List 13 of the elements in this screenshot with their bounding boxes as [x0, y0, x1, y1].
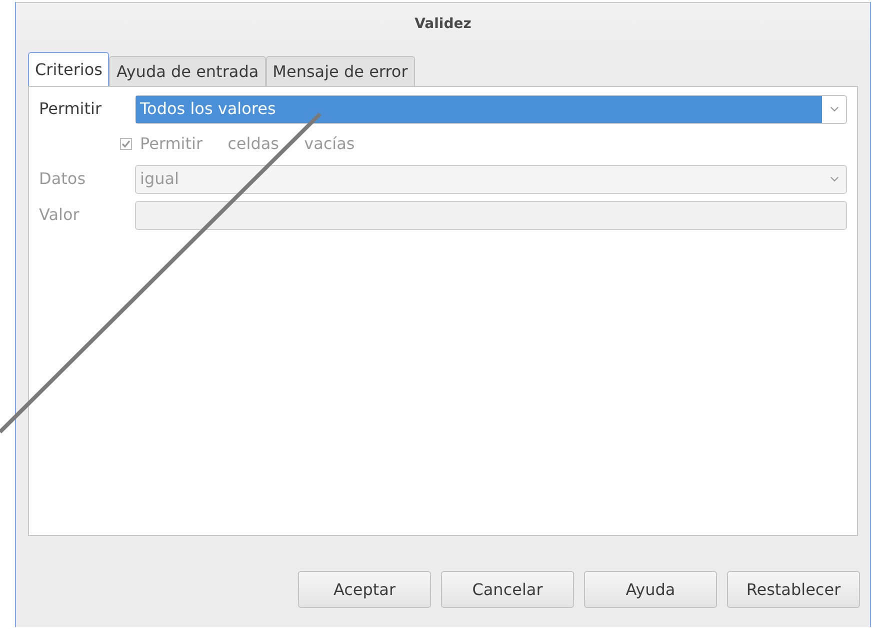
dialog-button[interactable]: Cancelar — [441, 571, 574, 608]
tab[interactable]: Mensaje de error — [266, 56, 415, 86]
field-label: Datos — [39, 168, 87, 190]
tab[interactable]: Criterios — [28, 52, 110, 86]
field-label: Valor — [39, 204, 80, 226]
chevron-icon — [830, 106, 838, 112]
dialog-button[interactable]: Aceptar — [298, 571, 431, 608]
dialog-button[interactable]: Ayuda — [584, 571, 717, 608]
window-title: Validez — [414, 15, 472, 34]
tab[interactable]: Ayuda de entrada — [109, 56, 266, 86]
dialog-button[interactable]: Restablecer — [727, 571, 860, 608]
field-label: Permitir — [39, 98, 103, 120]
chevron-icon — [830, 176, 838, 182]
